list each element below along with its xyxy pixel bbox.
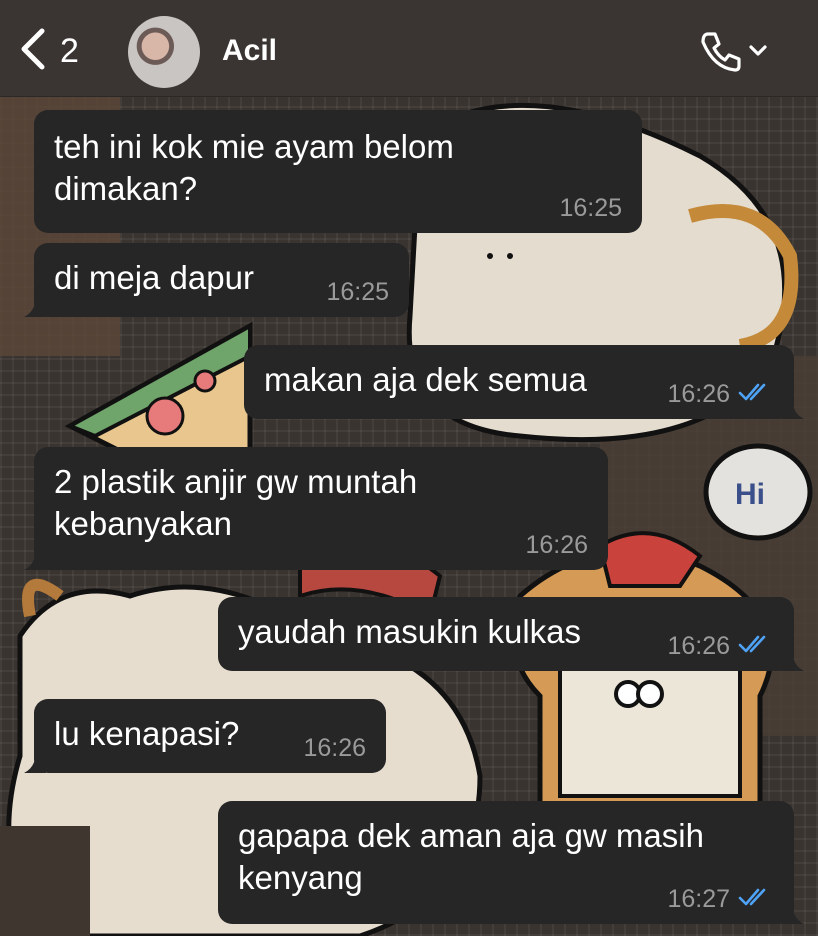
message-text-line: teh ini kok mie ayam belom (54, 128, 454, 165)
message-timestamp: 16:25 (326, 278, 389, 306)
read-ticks-icon (738, 631, 772, 661)
chat-header: 2 Acil (0, 0, 818, 97)
bubble-tail (782, 397, 804, 419)
chevron-down-icon (748, 44, 768, 63)
back-button[interactable]: 2 (20, 26, 79, 76)
message-text-line: 2 plastik anjir gw muntah (54, 463, 418, 500)
bubble-tail (24, 751, 46, 773)
message-timestamp: 16:26 (303, 734, 366, 762)
message-timestamp: 16:26 (525, 531, 588, 559)
message-text-line: kenyang (238, 859, 363, 896)
hi-sticker-text: Hi (735, 478, 765, 511)
message-timestamp: 16:25 (559, 194, 622, 222)
message-timestamp: 16:26 (667, 632, 730, 660)
message-incoming[interactable]: lu kenapasi? 16:26 (24, 699, 386, 773)
message-timestamp: 16:27 (667, 885, 730, 913)
message-incoming[interactable]: teh ini kok mie ayam belom dimakan? 16:2… (34, 110, 642, 233)
message-outgoing[interactable]: makan aja dek semua 16:26 (244, 345, 804, 419)
message-outgoing[interactable]: gapapa dek aman aja gw masih kenyang 16:… (218, 801, 804, 924)
message-text-line: kebanyakan (54, 505, 232, 542)
message-text-line: yaudah masukin kulkas (238, 613, 582, 650)
bubble-tail (24, 295, 46, 317)
read-ticks-icon (738, 884, 772, 914)
message-text-line: dimakan? (54, 170, 198, 207)
message-text-line: di meja dapur (54, 259, 254, 296)
message-text-line: lu kenapasi? (54, 715, 240, 752)
avatar[interactable] (128, 16, 200, 88)
phone-icon (698, 28, 744, 79)
bubble-tail (24, 548, 46, 570)
message-timestamp: 16:26 (667, 380, 730, 408)
message-outgoing[interactable]: yaudah masukin kulkas 16:26 (218, 597, 804, 671)
contact-name[interactable]: Acil (222, 34, 277, 68)
bubble-tail (782, 902, 804, 924)
message-text-line: makan aja dek semua (264, 361, 587, 398)
call-button[interactable] (698, 28, 778, 78)
unread-count: 2 (60, 31, 79, 70)
message-text-line: gapapa dek aman aja gw masih (238, 817, 704, 854)
message-incoming[interactable]: di meja dapur 16:25 (24, 243, 409, 317)
chevron-left-icon (20, 27, 46, 76)
read-ticks-icon (738, 379, 772, 409)
bubble-tail (782, 649, 804, 671)
message-incoming[interactable]: 2 plastik anjir gw muntah kebanyakan 16:… (24, 447, 608, 570)
